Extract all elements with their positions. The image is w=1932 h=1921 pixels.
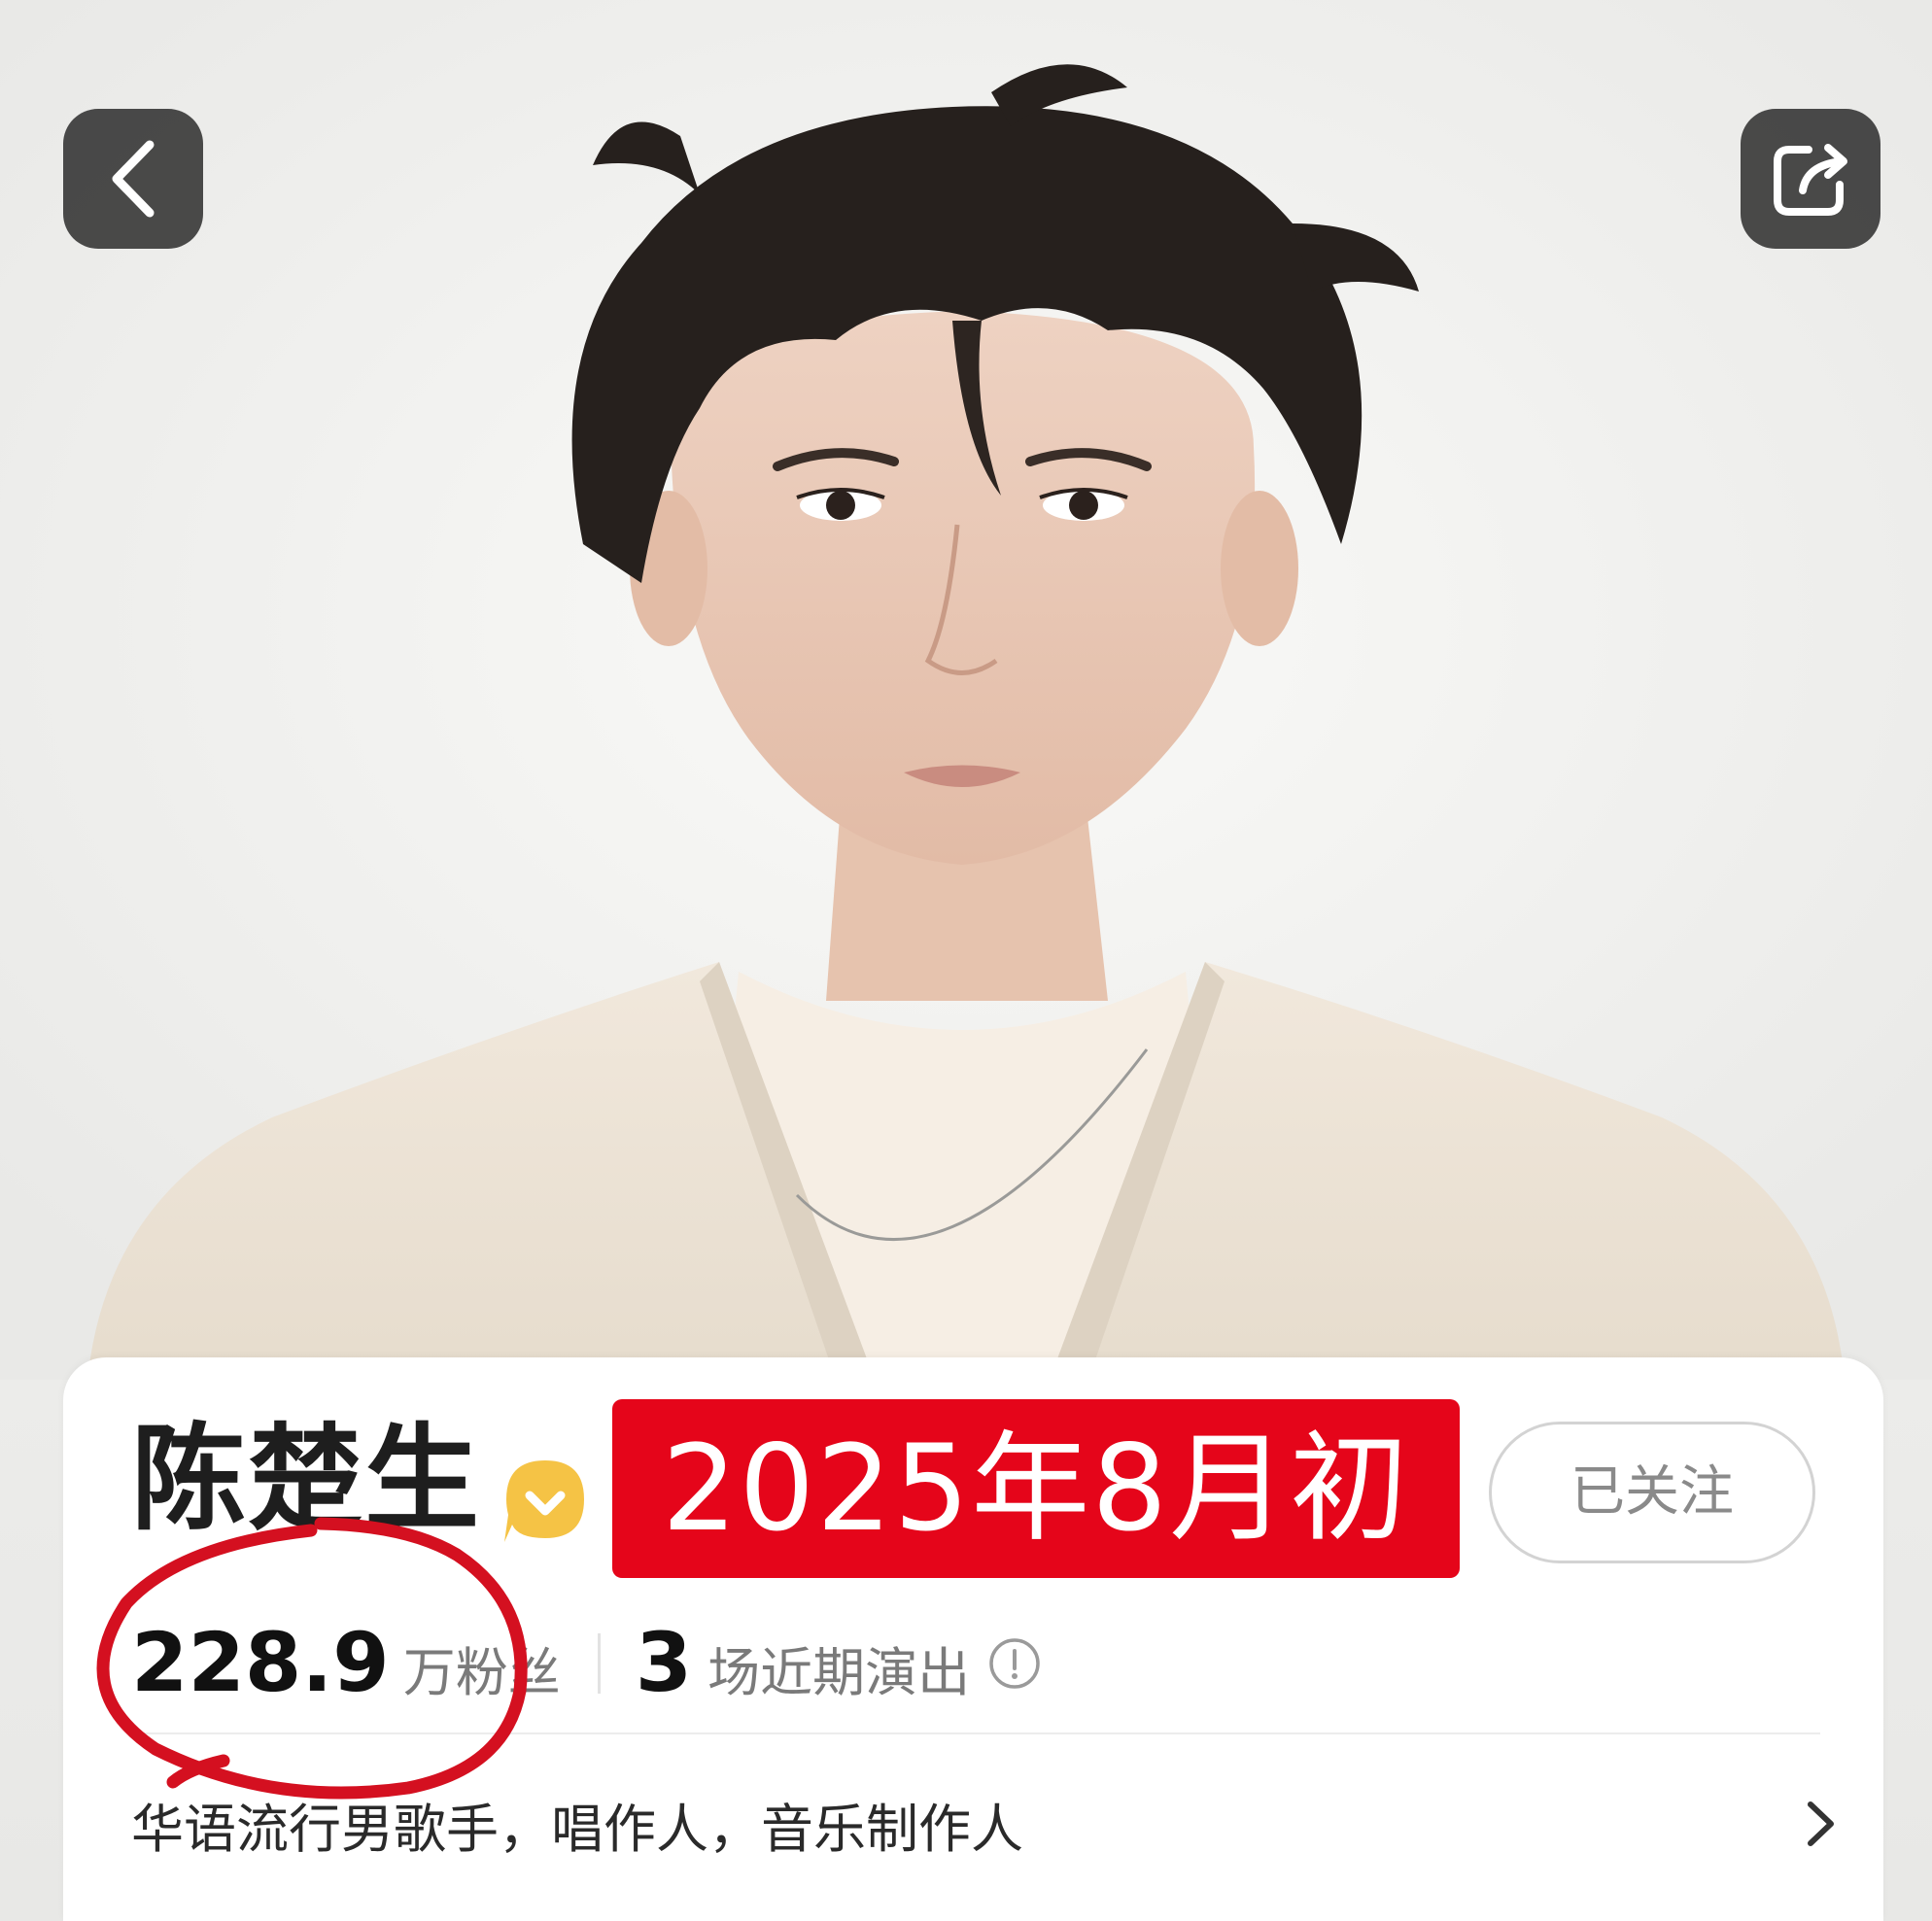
back-button[interactable] bbox=[63, 109, 203, 249]
date-overlay-banner: 2025年8月初 bbox=[612, 1399, 1460, 1578]
stats-divider bbox=[597, 1633, 601, 1694]
chevron-right-icon bbox=[1808, 1801, 1834, 1846]
shows-label[interactable]: 场近期演出 bbox=[707, 1629, 970, 1706]
artist-profile-screen: 陈楚生 2025年8月初 已关注 228.9 万粉丝 3 场近期演出 华语流行男… bbox=[0, 0, 1932, 1921]
divider-line bbox=[131, 1732, 1820, 1734]
verified-badge-icon bbox=[504, 1460, 584, 1542]
shows-count: 3 bbox=[635, 1615, 693, 1710]
profile-card: 陈楚生 2025年8月初 已关注 228.9 万粉丝 3 场近期演出 华语流行男… bbox=[63, 1357, 1883, 1921]
bio-row[interactable]: 华语流行男歌手，唱作人，音乐制作人 bbox=[131, 1775, 1845, 1872]
fans-label: 万粉丝 bbox=[402, 1642, 561, 1703]
share-button[interactable] bbox=[1741, 109, 1880, 249]
chevron-left-icon bbox=[112, 140, 155, 218]
follow-button[interactable]: 已关注 bbox=[1489, 1422, 1815, 1563]
artist-bio: 华语流行男歌手，唱作人，音乐制作人 bbox=[131, 1798, 1023, 1860]
artist-name: 陈楚生 bbox=[131, 1412, 482, 1546]
fans-count: 228.9 bbox=[131, 1615, 390, 1710]
share-icon bbox=[1774, 144, 1847, 216]
artist-photo bbox=[0, 0, 1932, 1380]
stats-row: 228.9 万粉丝 3 场近期演出 bbox=[131, 1615, 1042, 1712]
info-icon[interactable] bbox=[987, 1636, 1042, 1691]
